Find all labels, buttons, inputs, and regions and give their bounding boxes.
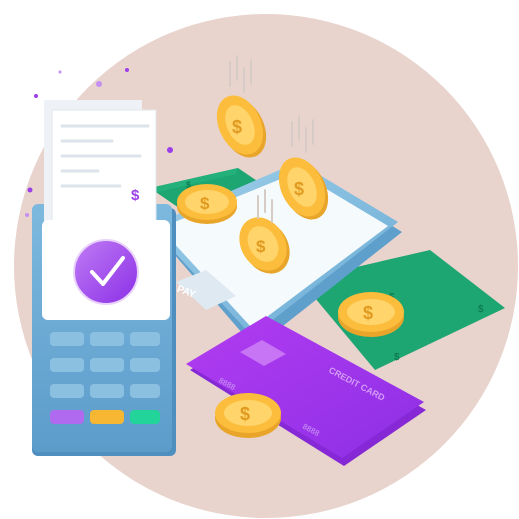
dollar-icon: $ xyxy=(478,304,484,315)
key-purple xyxy=(50,410,84,424)
key-yellow xyxy=(90,410,124,424)
coin-icon: $ xyxy=(177,184,237,224)
dollar-icon: $ xyxy=(131,187,140,204)
dollar-icon: $ xyxy=(232,117,242,137)
coin-icon: $ xyxy=(215,393,281,438)
dollar-icon: $ xyxy=(256,237,266,256)
coin-icon: $ xyxy=(338,292,404,337)
check-icon xyxy=(73,239,139,305)
dollar-icon: $ xyxy=(294,179,304,199)
keypad xyxy=(50,332,160,398)
payment-illustration: $ $ $ $ PAY $ $ xyxy=(0,0,519,519)
dollar-icon: $ xyxy=(240,404,250,424)
key-green xyxy=(130,410,160,424)
pos-terminal-icon: $ xyxy=(32,100,176,456)
dollar-icon: $ xyxy=(394,352,400,363)
dollar-icon: $ xyxy=(200,194,210,213)
illustration-canvas: $ $ $ $ PAY $ $ xyxy=(14,14,518,518)
receipt-icon: $ xyxy=(44,100,157,230)
dollar-icon: $ xyxy=(363,303,373,323)
